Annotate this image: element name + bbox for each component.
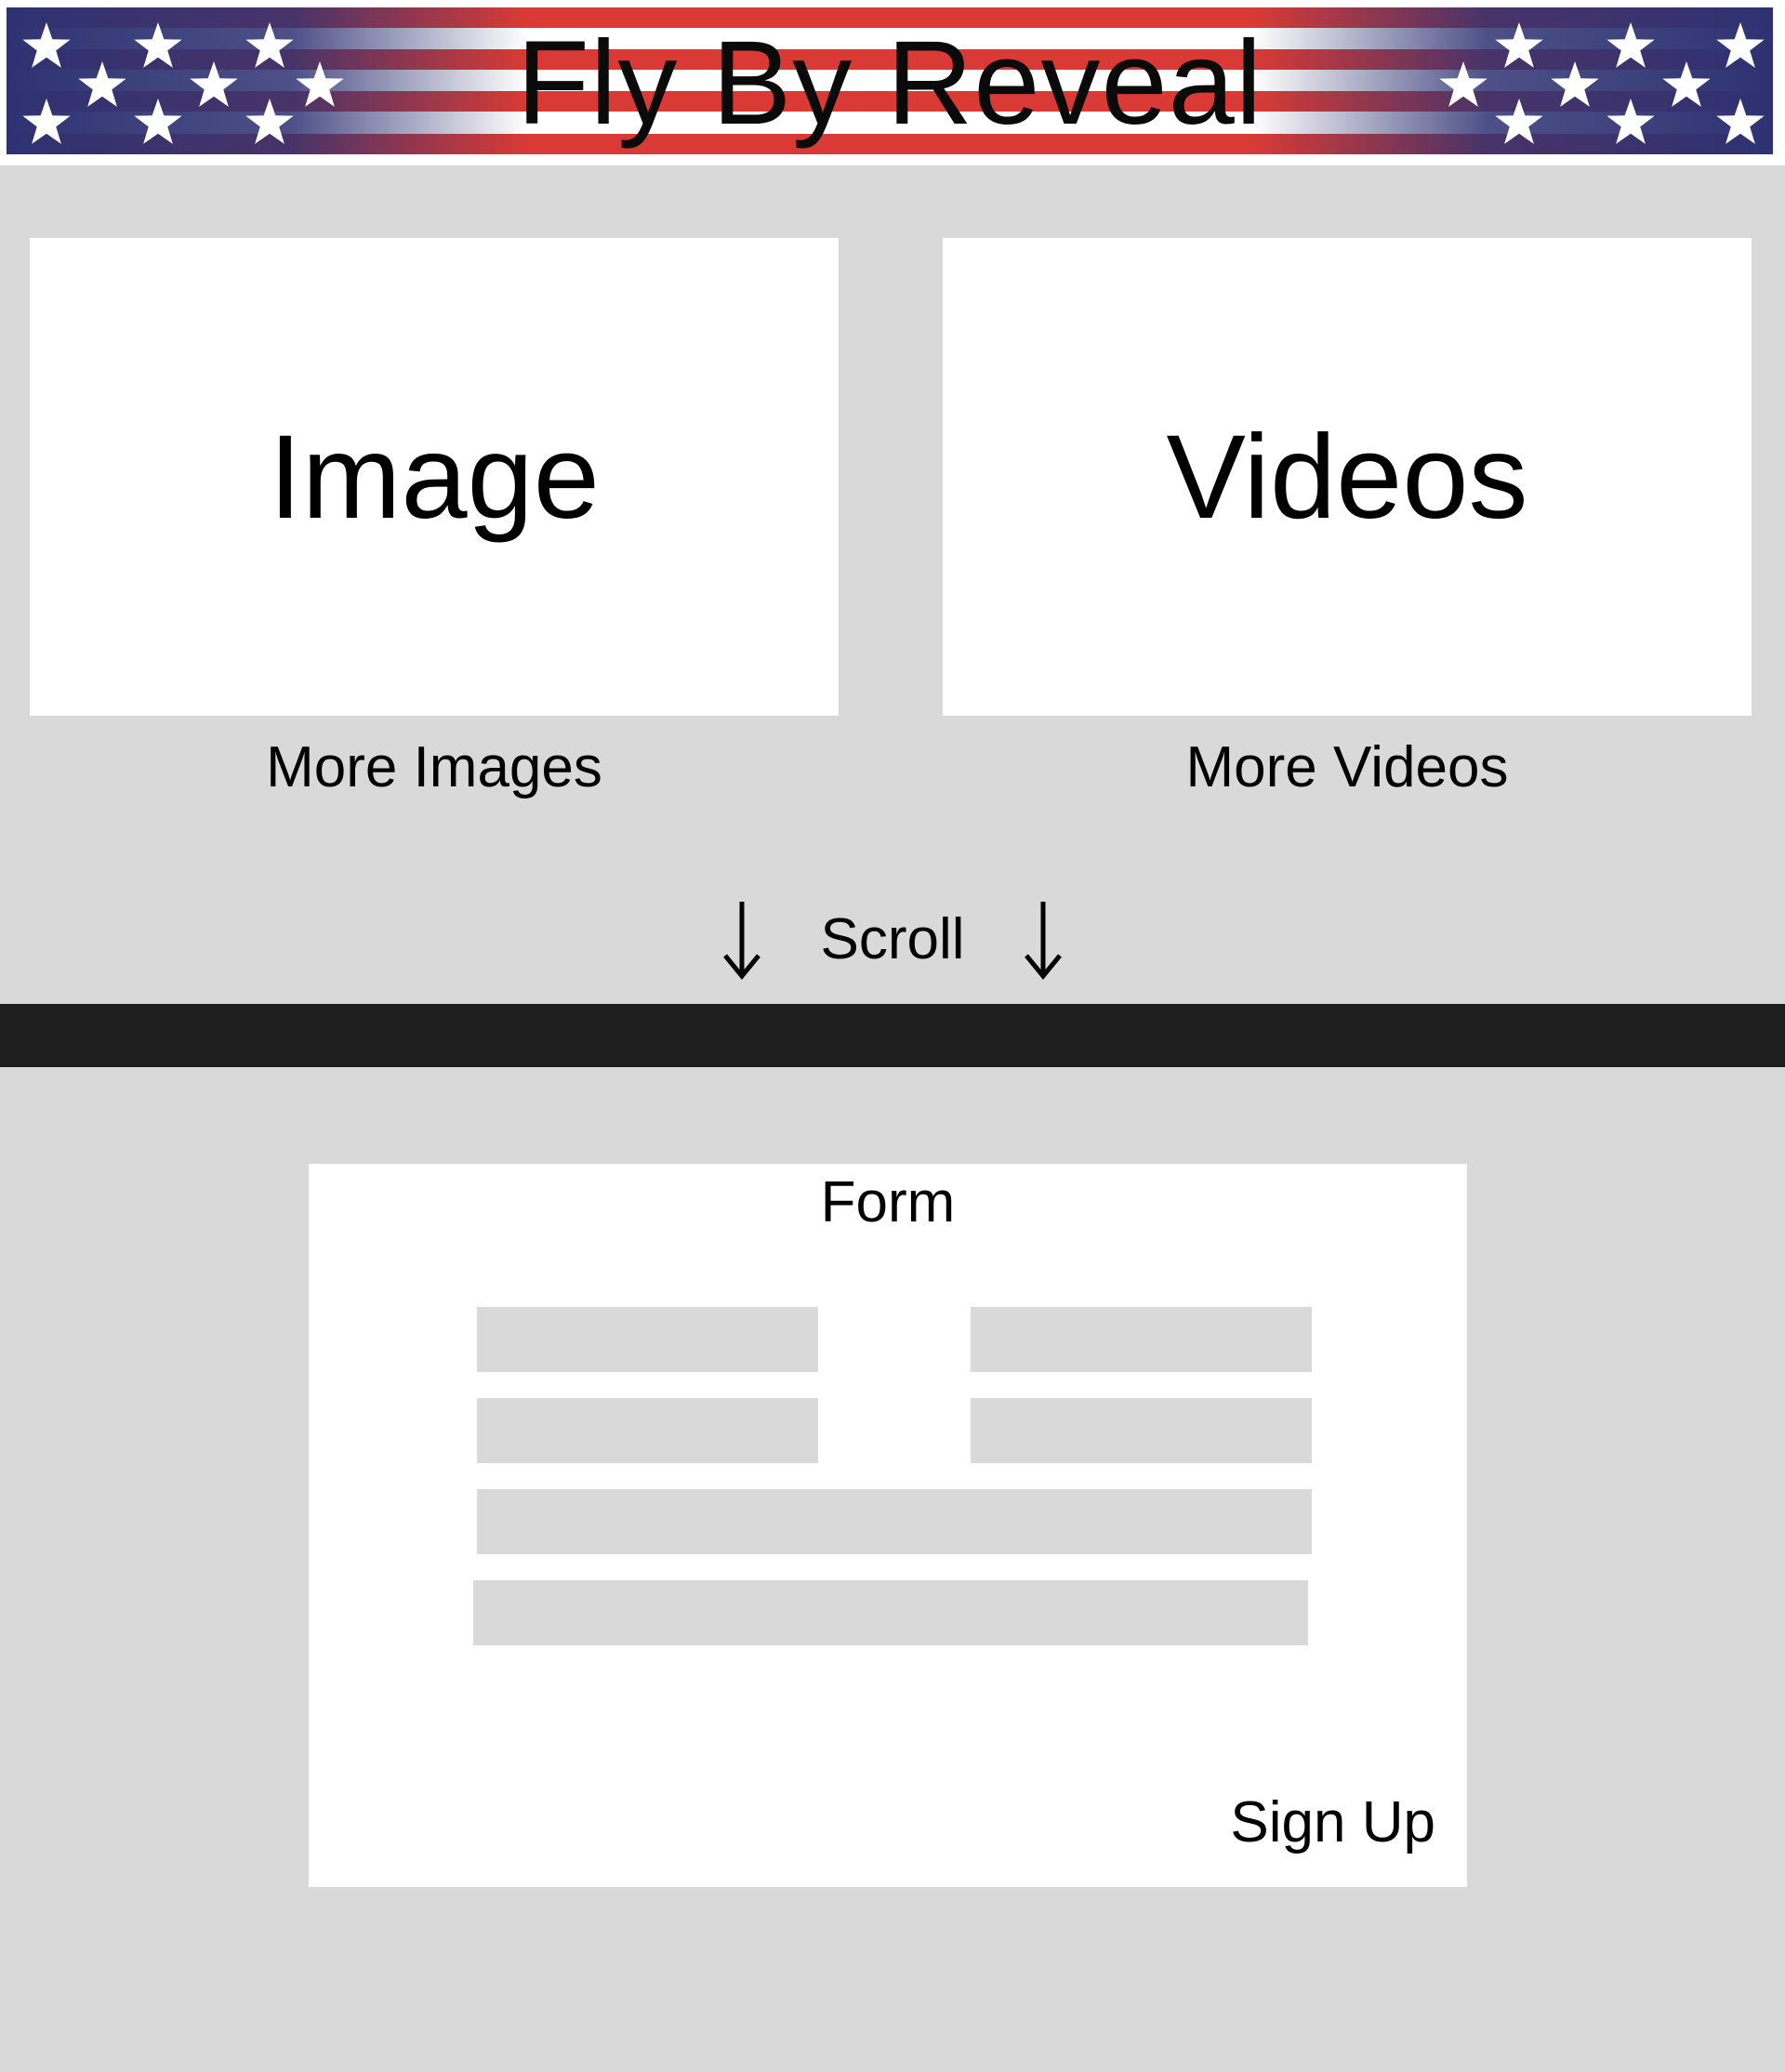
signup-form: Form Sign Up <box>309 1164 1467 1887</box>
form-field-6[interactable] <box>473 1580 1308 1645</box>
image-card-label: Image <box>269 410 600 544</box>
videos-card-label: Videos <box>1166 410 1528 544</box>
form-field-1[interactable] <box>477 1307 818 1372</box>
arrow-down-icon <box>720 898 764 980</box>
header: Fly By Reveal <box>0 0 1785 165</box>
videos-card[interactable]: Videos <box>943 238 1752 716</box>
page-title: Fly By Reveal <box>516 17 1263 150</box>
form-field-5[interactable] <box>477 1489 1312 1554</box>
form-field-3[interactable] <box>477 1398 818 1463</box>
more-images-link[interactable]: More Images <box>30 734 839 800</box>
scroll-indicator[interactable]: Scroll <box>0 892 1785 985</box>
image-card[interactable]: Image <box>30 238 839 716</box>
sign-up-button[interactable]: Sign Up <box>1230 1789 1435 1855</box>
arrow-down-icon <box>1021 898 1065 980</box>
section-divider <box>0 1004 1785 1067</box>
more-videos-link[interactable]: More Videos <box>943 734 1752 800</box>
scroll-label: Scroll <box>820 906 965 971</box>
form-field-2[interactable] <box>971 1307 1312 1372</box>
form-title: Form <box>820 1170 956 1234</box>
flag-banner: Fly By Reveal <box>7 7 1773 154</box>
form-field-4[interactable] <box>971 1398 1312 1463</box>
